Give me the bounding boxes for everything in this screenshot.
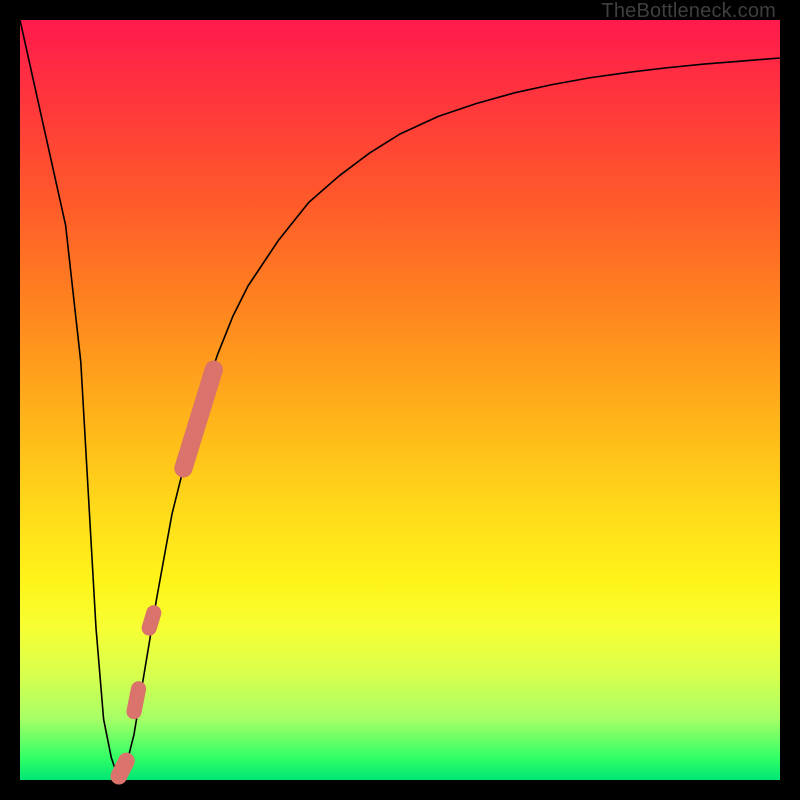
highlight-min (119, 761, 127, 776)
bottleneck-curve (20, 20, 780, 780)
chart-frame: TheBottleneck.com (0, 0, 800, 800)
highlight-lower-dot2 (134, 689, 139, 712)
highlight-markers (119, 370, 214, 777)
curve-layer (20, 20, 780, 780)
highlight-lower-dot1 (149, 613, 154, 628)
highlight-upper (183, 370, 213, 469)
